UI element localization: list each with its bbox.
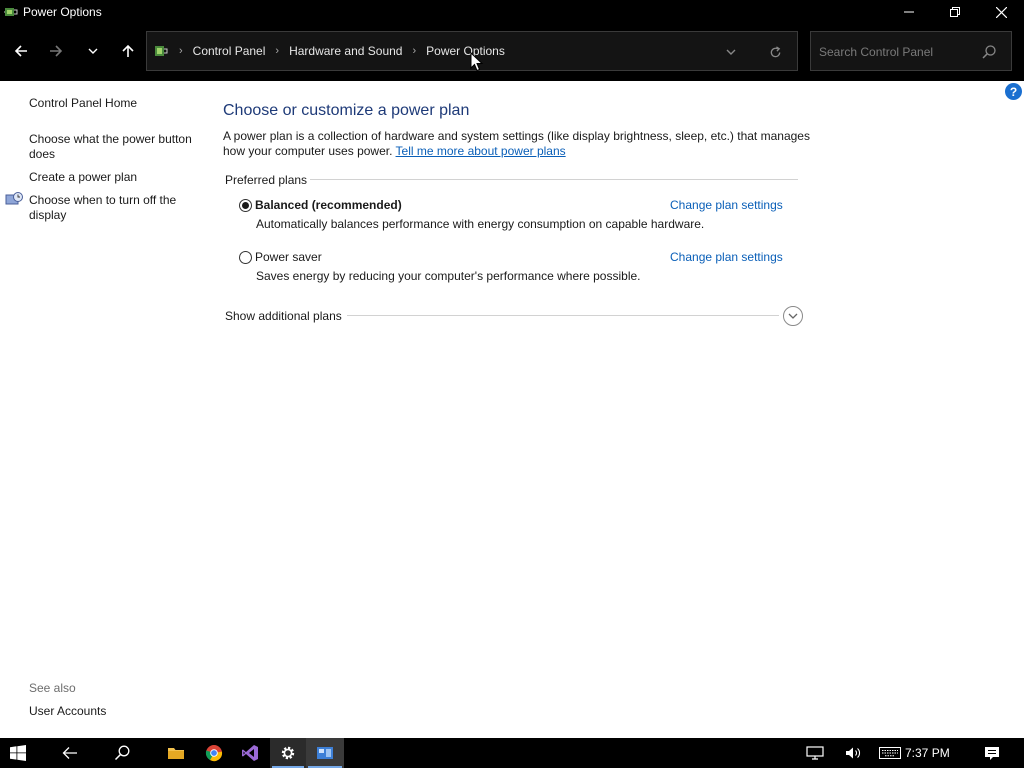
breadcrumb-control-panel[interactable]: Control Panel bbox=[193, 44, 266, 58]
arrow-up-icon bbox=[122, 44, 134, 57]
plan-name[interactable]: Power saver bbox=[255, 250, 322, 264]
back-button[interactable] bbox=[8, 38, 34, 64]
network-icon bbox=[806, 746, 824, 760]
taskbar-visual-studio[interactable] bbox=[232, 738, 268, 768]
turn-off-display-link[interactable]: Choose when to turn off the display bbox=[29, 193, 204, 223]
display-clock-icon bbox=[5, 192, 23, 205]
close-button[interactable] bbox=[978, 0, 1024, 24]
minimize-icon bbox=[904, 11, 914, 13]
user-accounts-link[interactable]: User Accounts bbox=[29, 704, 204, 719]
mouse-cursor-icon bbox=[470, 52, 484, 72]
taskbar-control-panel[interactable] bbox=[306, 738, 344, 768]
balanced-radio[interactable] bbox=[239, 199, 252, 212]
page-title: Choose or customize a power plan bbox=[223, 102, 470, 119]
left-navigation-pane: Control Panel Home Choose what the power… bbox=[0, 81, 210, 738]
breadcrumb-separator: › bbox=[179, 45, 183, 57]
back-icon bbox=[62, 747, 77, 759]
control-panel-home-link[interactable]: Control Panel Home bbox=[29, 96, 204, 111]
help-icon: ? bbox=[1009, 84, 1018, 99]
action-center-button[interactable] bbox=[974, 738, 1010, 768]
taskbar: 7:37 PM bbox=[0, 738, 1024, 768]
recent-locations-button[interactable] bbox=[80, 38, 106, 64]
power-options-icon bbox=[3, 4, 19, 20]
breadcrumb-power-options[interactable]: Power Options bbox=[426, 44, 505, 58]
taskbar-settings[interactable] bbox=[270, 738, 306, 768]
breadcrumb-separator: › bbox=[275, 45, 280, 57]
taskbar-chrome[interactable] bbox=[196, 738, 232, 768]
search-box[interactable] bbox=[810, 31, 1012, 71]
change-plan-settings-link[interactable]: Change plan settings bbox=[670, 198, 783, 212]
navigation-bar: › Control Panel › Hardware and Sound › P… bbox=[0, 24, 1024, 81]
restore-icon bbox=[950, 7, 960, 17]
search-icon bbox=[114, 745, 130, 761]
refresh-button[interactable] bbox=[767, 44, 783, 60]
taskbar-search-button[interactable] bbox=[104, 738, 140, 768]
divider bbox=[310, 179, 798, 180]
tray-network[interactable] bbox=[797, 738, 833, 768]
create-power-plan-link[interactable]: Create a power plan bbox=[29, 170, 204, 185]
windows-logo-icon bbox=[10, 745, 26, 761]
restore-button[interactable] bbox=[932, 0, 978, 24]
help-button[interactable]: ? bbox=[1005, 83, 1022, 100]
power-saver-radio[interactable] bbox=[239, 251, 252, 264]
divider bbox=[347, 315, 779, 316]
search-input[interactable] bbox=[819, 43, 979, 61]
change-plan-settings-link[interactable]: Change plan settings bbox=[670, 250, 783, 264]
control-panel-icon bbox=[317, 747, 333, 759]
close-icon bbox=[995, 6, 1007, 18]
plan-description: Automatically balances performance with … bbox=[256, 217, 705, 231]
control-panel-icon bbox=[151, 42, 169, 60]
settings-icon bbox=[281, 746, 295, 760]
expand-additional-plans-button[interactable] bbox=[783, 306, 803, 326]
arrow-left-icon bbox=[14, 45, 27, 57]
breadcrumb-hardware-and-sound[interactable]: Hardware and Sound bbox=[289, 44, 402, 58]
breadcrumb-separator: › bbox=[412, 45, 417, 57]
arrow-right-icon bbox=[50, 45, 63, 57]
forward-button[interactable] bbox=[43, 38, 69, 64]
up-button[interactable] bbox=[115, 38, 141, 64]
chevron-down-icon bbox=[788, 313, 798, 319]
tray-keyboard[interactable] bbox=[872, 738, 908, 768]
page-description: A power plan is a collection of hardware… bbox=[223, 129, 813, 159]
address-history-button[interactable] bbox=[723, 44, 739, 60]
preferred-plans-label: Preferred plans bbox=[225, 173, 308, 187]
see-also-label: See also bbox=[29, 681, 76, 695]
title-bar: Power Options bbox=[0, 0, 1024, 24]
chrome-icon bbox=[205, 745, 223, 762]
visual-studio-icon bbox=[242, 745, 258, 761]
chevron-down-icon bbox=[726, 49, 736, 55]
window-title: Power Options bbox=[23, 5, 102, 19]
learn-more-link[interactable]: Tell me more about power plans bbox=[396, 144, 566, 158]
keyboard-icon bbox=[879, 747, 901, 759]
tray-volume[interactable] bbox=[836, 738, 872, 768]
plan-name[interactable]: Balanced (recommended) bbox=[255, 198, 402, 212]
volume-icon bbox=[846, 747, 860, 759]
notification-icon bbox=[985, 746, 999, 760]
power-button-link[interactable]: Choose what the power button does bbox=[29, 132, 204, 162]
taskbar-file-explorer[interactable] bbox=[158, 738, 194, 768]
taskbar-clock[interactable]: 7:37 PM bbox=[905, 746, 950, 760]
chevron-down-icon bbox=[88, 48, 98, 54]
refresh-icon bbox=[770, 45, 780, 57]
minimize-button[interactable] bbox=[886, 0, 932, 24]
start-button[interactable] bbox=[0, 738, 36, 768]
search-icon[interactable] bbox=[981, 44, 997, 60]
taskbar-back-button[interactable] bbox=[52, 738, 88, 768]
file-explorer-icon bbox=[168, 748, 184, 759]
plan-description: Saves energy by reducing your computer's… bbox=[256, 269, 641, 283]
show-additional-plans-label[interactable]: Show additional plans bbox=[225, 309, 342, 323]
